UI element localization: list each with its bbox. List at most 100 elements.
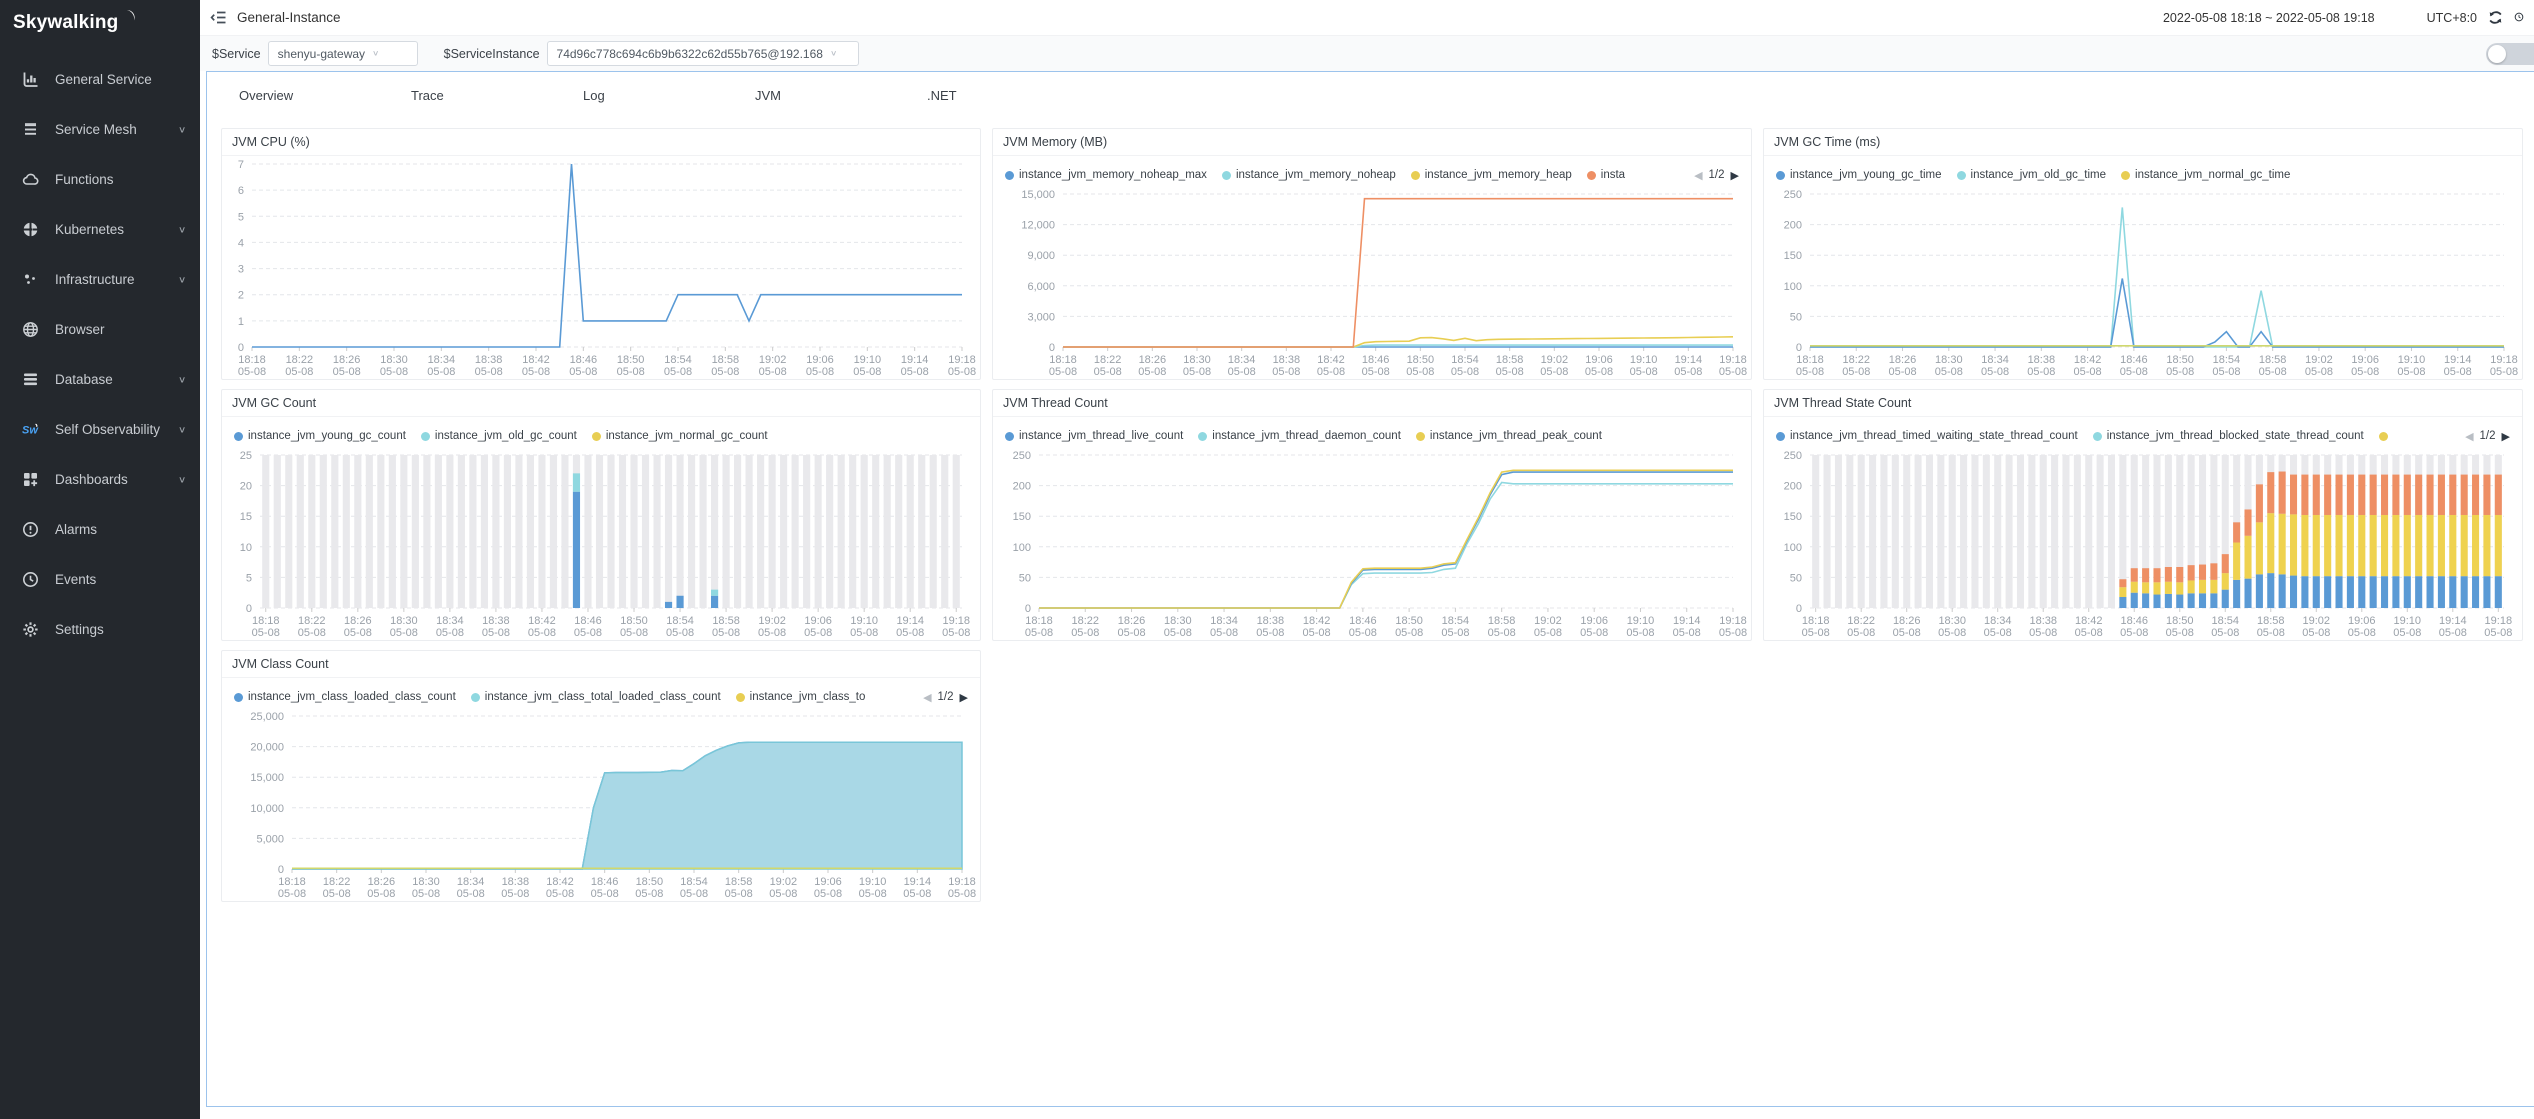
svg-text:19:14: 19:14 (1675, 354, 1703, 366)
legend-label: instance_jvm_normal_gc_time (2135, 169, 2290, 181)
svg-text:05-08: 05-08 (901, 366, 929, 378)
chart-canvas-jvm-memory[interactable]: 03,0006,0009,00012,00015,00018:1805-0818… (993, 186, 1751, 379)
svg-text:18:46: 18:46 (2120, 354, 2148, 366)
svg-text:18:34: 18:34 (1228, 354, 1256, 366)
legend-label: insta (1601, 169, 1625, 181)
legend-prev-icon[interactable]: ◀ (2465, 430, 2473, 443)
svg-text:05-08: 05-08 (1626, 627, 1654, 639)
svg-text:05-08: 05-08 (1674, 366, 1702, 378)
chart-legend: instance_jvm_thread_live_count instance_j… (993, 417, 1751, 447)
chart-canvas-jvm-thread-state-count[interactable]: 05010015020025018:1805-0818:2205-0818:26… (1764, 447, 2522, 640)
legend-item[interactable]: instance_jvm_thread_live_count (1005, 430, 1183, 442)
svg-text:19:18: 19:18 (948, 354, 976, 366)
panel-title: JVM Thread Count (993, 390, 1751, 417)
svg-text:19:18: 19:18 (2490, 354, 2518, 366)
sidebar-item-general-service[interactable]: General Service (0, 54, 200, 104)
svg-text:05-08: 05-08 (712, 627, 740, 639)
sidebar-item-dashboards[interactable]: Dashboards∨ (0, 454, 200, 504)
svg-text:18:30: 18:30 (1183, 354, 1211, 366)
svg-text:0: 0 (1796, 603, 1802, 615)
legend-item[interactable]: instance_jvm_thread_daemon_count (1198, 430, 1401, 442)
svg-text:05-08: 05-08 (948, 888, 976, 900)
auto-refresh-toggle[interactable] (2486, 43, 2534, 65)
svg-text:05-08: 05-08 (2444, 366, 2472, 378)
svg-text:05-08: 05-08 (238, 366, 266, 378)
svg-text:05-08: 05-08 (2029, 627, 2057, 639)
legend-item[interactable]: instance_jvm_normal_gc_time (2121, 169, 2290, 181)
chart-canvas-jvm-gc-count[interactable]: 051015202518:1805-0818:2205-0818:2605-08… (222, 447, 980, 640)
svg-text:0: 0 (246, 603, 252, 615)
svg-text:05-08: 05-08 (1256, 627, 1284, 639)
collapse-sidebar-icon[interactable] (210, 9, 227, 26)
service-select[interactable]: shenyu-gateway ∨ (268, 41, 418, 66)
legend-label: instance_jvm_class_loaded_class_count (248, 691, 456, 703)
legend-item[interactable]: instance_jvm_memory_noheap (1222, 169, 1396, 181)
utc-offset[interactable]: UTC+8:0 (2427, 11, 2477, 25)
legend-item[interactable]: instance_jvm_young_gc_count (234, 430, 406, 442)
sidebar-item-alarms[interactable]: Alarms (0, 504, 200, 554)
legend-item[interactable]: instance_jvm_memory_noheap_max (1005, 169, 1207, 181)
svg-text:05-08: 05-08 (2351, 366, 2379, 378)
svg-text:05-08: 05-08 (1796, 366, 1824, 378)
legend-item[interactable]: instance_jvm_old_gc_time (1957, 169, 2107, 181)
svg-text:05-08: 05-08 (1395, 627, 1423, 639)
legend-item[interactable]: instance_jvm_thread_timed_waiting_state_… (1776, 430, 2078, 442)
legend-item[interactable]: instance_jvm_normal_gc_count (592, 430, 768, 442)
svg-text:05-08: 05-08 (1893, 627, 1921, 639)
chart-canvas-jvm-class-count[interactable]: 05,00010,00015,00020,00025,00018:1805-08… (222, 708, 980, 901)
legend-item[interactable]: instance_jvm_memory_heap (1411, 169, 1572, 181)
refresh-icon[interactable] (2487, 9, 2504, 26)
sidebar-item-kubernetes[interactable]: Kubernetes∨ (0, 204, 200, 254)
svg-text:18:54: 18:54 (680, 876, 708, 888)
sidebar-item-events[interactable]: Events (0, 554, 200, 604)
service-instance-select[interactable]: 74d96c778c694c6b9b6322c62d55b765@192.168… (547, 41, 859, 66)
svg-text:18:34: 18:34 (1210, 615, 1238, 627)
clock-icon-partial[interactable] (2514, 9, 2524, 26)
tab-jvm[interactable]: JVM (749, 74, 921, 118)
time-range[interactable]: 2022-05-08 18:18 ~ 2022-05-08 19:18 (2163, 11, 2375, 25)
sidebar-item-functions[interactable]: Functions (0, 154, 200, 204)
legend-label: instance_jvm_thread_timed_waiting_state_… (1790, 430, 2078, 442)
chart-canvas-jvm-cpu[interactable]: 0123456718:1805-0818:2205-0818:2605-0818… (222, 156, 980, 379)
legend-prev-icon[interactable]: ◀ (923, 691, 931, 704)
legend-item[interactable]: instance_jvm_thread_blocked_state_thread… (2093, 430, 2364, 442)
chart-canvas-jvm-gc-time[interactable]: 05010015020025018:1805-0818:2205-0818:26… (1764, 186, 2522, 379)
legend-item[interactable]: instance_jvm_class_to (736, 691, 866, 703)
sidebar-item-self-observability[interactable]: SwSelf Observability∨ (0, 404, 200, 454)
svg-text:19:02: 19:02 (1534, 615, 1562, 627)
bar-chart-icon (22, 71, 39, 88)
svg-text:18:50: 18:50 (1395, 615, 1423, 627)
sidebar-item-browser[interactable]: Browser (0, 304, 200, 354)
legend-prev-icon[interactable]: ◀ (1694, 169, 1702, 182)
svg-text:18:42: 18:42 (1303, 615, 1331, 627)
legend-next-icon[interactable]: ▶ (2502, 430, 2510, 443)
legend-next-icon[interactable]: ▶ (960, 691, 968, 704)
legend-item[interactable]: instance_jvm_old_gc_count (421, 430, 577, 442)
sidebar-item-service-mesh[interactable]: Service Mesh∨ (0, 104, 200, 154)
legend-item[interactable] (2379, 432, 2393, 441)
svg-text:18:22: 18:22 (323, 876, 351, 888)
tab-log[interactable]: Log (577, 74, 749, 118)
sidebar-item-database[interactable]: Database∨ (0, 354, 200, 404)
legend-item[interactable]: insta (1587, 169, 1625, 181)
svg-text:15: 15 (240, 511, 252, 523)
sidebar-item-label: Infrastructure (55, 272, 178, 287)
svg-text:19:06: 19:06 (814, 876, 842, 888)
chart-canvas-jvm-thread-count[interactable]: 05010015020025018:1805-0818:2205-0818:26… (993, 447, 1751, 640)
svg-text:9,000: 9,000 (1027, 250, 1055, 262)
svg-text:05-08: 05-08 (666, 627, 694, 639)
svg-text:05-08: 05-08 (769, 888, 797, 900)
sidebar-item-settings[interactable]: Settings (0, 604, 200, 654)
legend-item[interactable]: instance_jvm_class_loaded_class_count (234, 691, 456, 703)
tab-overview[interactable]: Overview (233, 74, 405, 118)
legend-label: instance_jvm_thread_daemon_count (1212, 430, 1401, 442)
sidebar-item-infrastructure[interactable]: Infrastructure∨ (0, 254, 200, 304)
legend-next-icon[interactable]: ▶ (1731, 169, 1739, 182)
tab-trace[interactable]: Trace (405, 74, 577, 118)
svg-text:05-08: 05-08 (1496, 366, 1524, 378)
legend-item[interactable]: instance_jvm_young_gc_time (1776, 169, 1942, 181)
legend-item[interactable]: instance_jvm_class_total_loaded_class_co… (471, 691, 721, 703)
legend-item[interactable]: instance_jvm_thread_peak_count (1416, 430, 1602, 442)
svg-text:18:46: 18:46 (591, 876, 619, 888)
tab-net[interactable]: .NET (921, 74, 1093, 118)
